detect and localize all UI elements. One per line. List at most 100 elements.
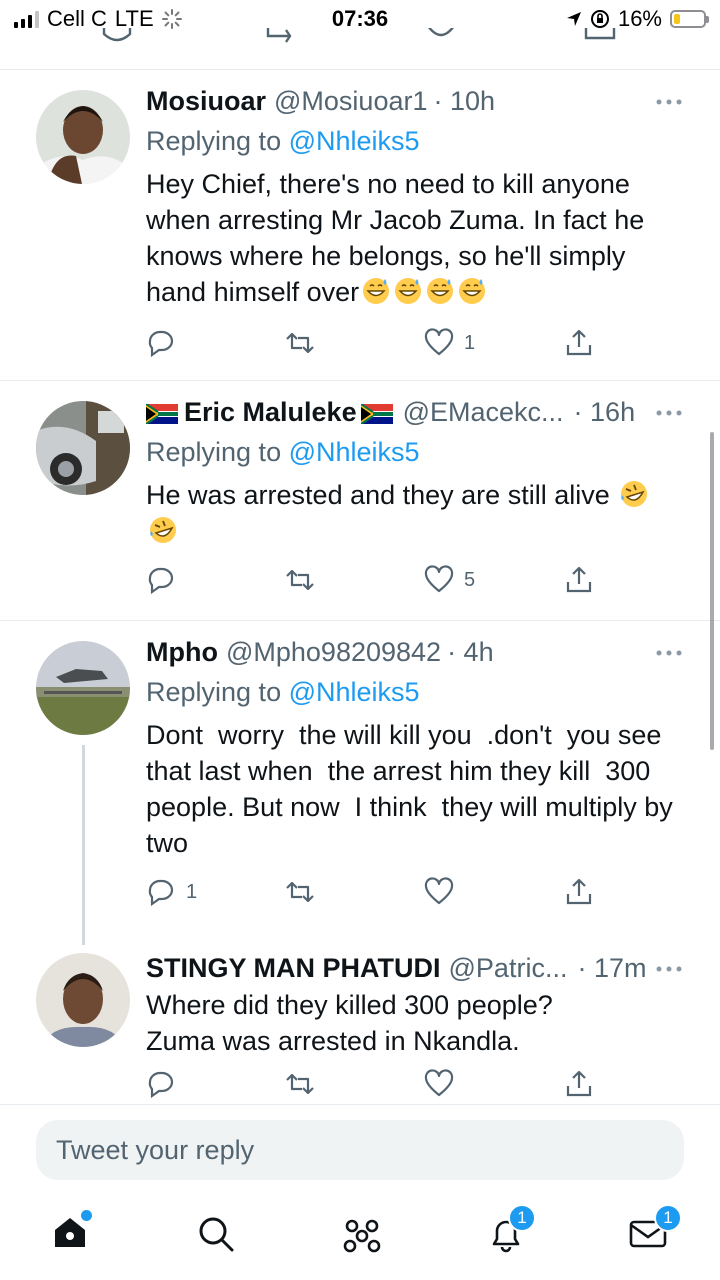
location-arrow-icon xyxy=(566,12,581,26)
tweet-text: Dont worry the will kill you .don't you … xyxy=(146,720,681,858)
spaces-icon xyxy=(343,1219,381,1253)
battery-icon xyxy=(670,10,709,28)
bottom-tab-bar: 1 1 xyxy=(0,1196,720,1280)
avatar[interactable] xyxy=(36,401,130,495)
replying-to: Replying to @Nhleiks5 xyxy=(146,677,420,707)
share-button[interactable] xyxy=(564,877,594,907)
reply-button[interactable] xyxy=(146,1069,186,1099)
like-icon xyxy=(424,328,454,356)
share-button[interactable] xyxy=(564,1069,594,1099)
tab-spaces[interactable] xyxy=(340,1214,384,1259)
reply-button[interactable] xyxy=(146,328,186,358)
mention-link[interactable]: @Nhleiks5 xyxy=(289,677,420,707)
display-name[interactable]: Mosiuoar xyxy=(146,86,266,117)
timestamp: · 4h xyxy=(447,637,494,667)
share-icon xyxy=(566,1070,592,1097)
tweet[interactable]: Eric Maluleke @EMacekc... · 16h Replying… xyxy=(0,381,720,621)
tweet-actions: 1 xyxy=(146,877,606,911)
search-icon xyxy=(199,1217,234,1252)
avatar[interactable] xyxy=(36,641,130,735)
replying-to: Replying to @Nhleiks5 xyxy=(146,437,420,467)
tweet-actions: 5 xyxy=(146,565,606,599)
more-options-icon[interactable] xyxy=(656,98,682,106)
reply-icon xyxy=(148,567,174,595)
parent-tweet-actions xyxy=(0,28,720,50)
share-icon[interactable] xyxy=(582,28,618,50)
grinning-sweat-emoji xyxy=(359,277,487,307)
like-icon[interactable] xyxy=(424,28,458,50)
south-africa-flag-icon xyxy=(146,404,178,424)
tweet[interactable]: Mpho @Mpho98209842 · 4h Replying to @Nhl… xyxy=(0,621,720,945)
tweet-text: Where did they killed 300 people? Zuma w… xyxy=(146,990,553,1056)
replying-to: Replying to @Nhleiks5 xyxy=(146,126,420,156)
share-icon xyxy=(566,878,592,905)
reply-input[interactable]: Tweet your reply xyxy=(36,1120,684,1180)
thread-connector xyxy=(82,745,85,945)
mention-link[interactable]: @Nhleiks5 xyxy=(289,126,420,156)
user-handle[interactable]: @EMacekc... xyxy=(403,397,564,428)
like-icon xyxy=(424,1069,454,1097)
tab-messages[interactable]: 1 xyxy=(628,1204,682,1257)
retweet-icon[interactable] xyxy=(262,28,298,50)
like-button[interactable] xyxy=(424,1069,464,1099)
tab-search[interactable] xyxy=(196,1214,236,1259)
tweet-header: Mosiuoar @Mosiuoar1 · 10h xyxy=(146,86,686,120)
timestamp: · 17m xyxy=(577,953,647,983)
reply-button[interactable]: 1 xyxy=(146,877,197,907)
tweet-actions: 1 xyxy=(146,328,606,362)
retweet-icon xyxy=(286,332,314,354)
like-button[interactable]: 1 xyxy=(424,328,475,358)
tweet-actions xyxy=(146,1069,606,1103)
display-name[interactable]: Eric Maluleke xyxy=(184,397,357,428)
reply-button[interactable] xyxy=(146,565,186,595)
retweet-icon xyxy=(286,1073,314,1095)
tab-home[interactable] xyxy=(50,1210,92,1257)
retweet-button[interactable] xyxy=(284,565,316,595)
share-icon xyxy=(566,329,592,356)
user-handle[interactable]: @Mpho98209842 xyxy=(226,637,441,668)
reply-icon xyxy=(148,879,174,907)
messages-badge: 1 xyxy=(654,1204,682,1232)
divider xyxy=(0,1104,720,1105)
tweet-header: Eric Maluleke @EMacekc... · 16h xyxy=(146,397,686,431)
tweet[interactable]: Mosiuoar @Mosiuoar1 · 10h Replying to @N… xyxy=(0,70,720,380)
retweet-icon xyxy=(286,881,314,903)
display-name[interactable]: Mpho xyxy=(146,637,218,668)
retweet-button[interactable] xyxy=(284,877,316,907)
like-icon xyxy=(424,877,454,905)
retweet-icon xyxy=(286,569,314,591)
tab-notifications[interactable]: 1 xyxy=(486,1204,536,1259)
scrollbar[interactable] xyxy=(710,432,714,750)
tweet-text: He was arrested and they are still alive xyxy=(146,477,666,549)
more-options-icon[interactable] xyxy=(656,965,682,973)
reply-count: 1 xyxy=(186,880,198,903)
like-icon xyxy=(424,565,454,593)
tweet[interactable]: STINGY MAN PHATUDI @Patric... · 17m Wher… xyxy=(0,941,720,1105)
reply-icon[interactable] xyxy=(100,28,134,50)
notifications-badge: 1 xyxy=(508,1204,536,1232)
more-options-icon[interactable] xyxy=(656,409,682,417)
timestamp: · 10h xyxy=(433,86,496,116)
retweet-button[interactable] xyxy=(284,1069,316,1099)
retweet-button[interactable] xyxy=(284,328,316,358)
more-options-icon[interactable] xyxy=(656,649,682,657)
share-icon xyxy=(566,566,592,593)
display-name[interactable]: STINGY MAN PHATUDI xyxy=(146,953,441,984)
mention-link[interactable]: @Nhleiks5 xyxy=(289,437,420,467)
tweet-text: Hey Chief, there's no need to kill anyon… xyxy=(146,169,645,307)
timestamp: · 16h xyxy=(573,397,636,427)
avatar[interactable] xyxy=(36,953,130,1047)
share-button[interactable] xyxy=(564,328,594,358)
new-activity-dot xyxy=(81,1210,92,1221)
like-count: 5 xyxy=(464,568,476,591)
reply-icon xyxy=(148,330,174,358)
like-button[interactable] xyxy=(424,877,464,907)
south-africa-flag-icon xyxy=(360,404,393,424)
avatar[interactable] xyxy=(36,90,130,184)
orientation-lock-icon xyxy=(590,10,609,28)
share-button[interactable] xyxy=(564,565,594,595)
like-button[interactable]: 5 xyxy=(424,565,475,595)
tweet-header: STINGY MAN PHATUDI @Patric... · 17m xyxy=(146,953,686,987)
user-handle[interactable]: @Patric... xyxy=(449,953,568,984)
user-handle[interactable]: @Mosiuoar1 xyxy=(274,86,427,117)
